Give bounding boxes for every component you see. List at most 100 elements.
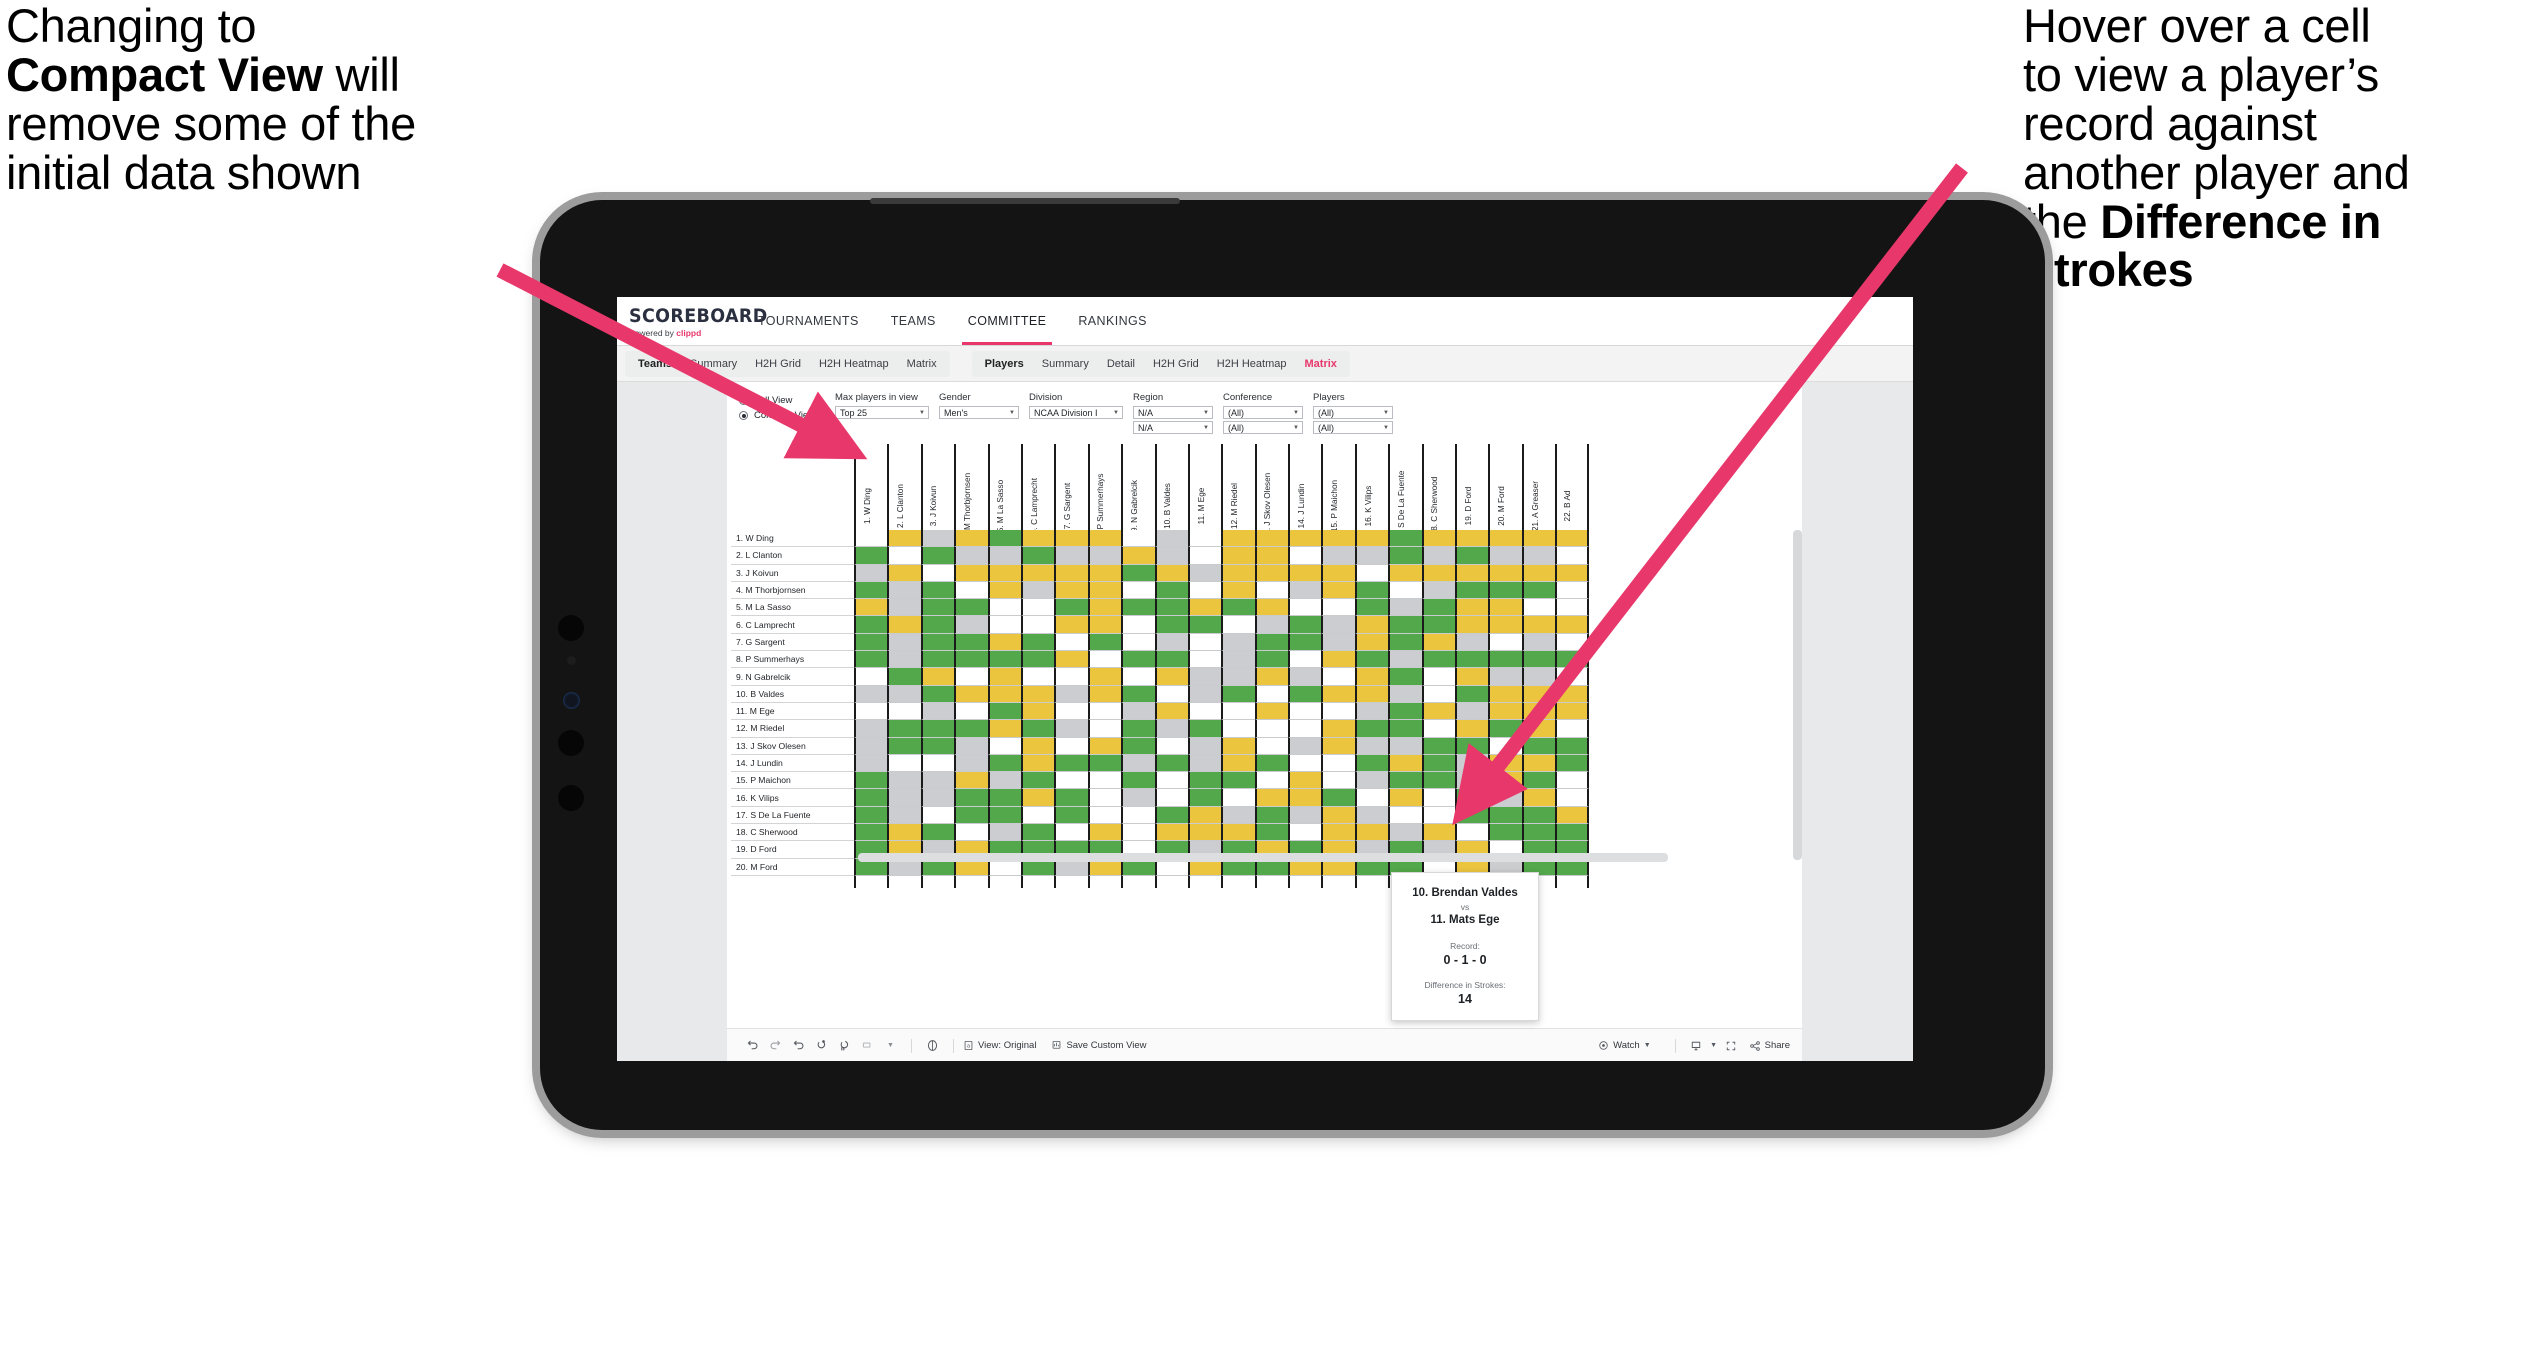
matrix-cell[interactable] [954, 789, 988, 807]
matrix-cell[interactable] [1521, 616, 1556, 634]
matrix-cell[interactable] [1121, 651, 1155, 669]
matrix-cell[interactable] [887, 651, 921, 669]
matrix-row-label[interactable]: 12. M Riedel [731, 720, 854, 738]
matrix-cell[interactable] [1488, 530, 1522, 548]
matrix-cell[interactable] [1488, 824, 1522, 842]
matrix-cell[interactable] [987, 668, 1021, 686]
matrix-cell[interactable] [1421, 616, 1456, 634]
matrix-cell[interactable] [987, 702, 1021, 721]
matrix-cell[interactable] [1521, 737, 1556, 755]
matrix-cell[interactable] [1288, 547, 1322, 565]
matrix-cell[interactable] [1187, 789, 1222, 807]
matrix-cell[interactable] [1154, 789, 1188, 807]
matrix-cell[interactable] [1421, 651, 1456, 669]
matrix-row-label[interactable]: 9. N Gabrelcik [731, 668, 854, 686]
subnav-players-h2h-grid[interactable]: H2H Grid [1144, 351, 1208, 377]
matrix-cell[interactable] [1555, 564, 1589, 582]
matrix-cell[interactable] [987, 806, 1021, 825]
matrix-cell[interactable] [1455, 599, 1489, 617]
matrix-cell[interactable] [1221, 599, 1255, 617]
matrix-cell[interactable] [1020, 616, 1055, 634]
matrix-row-label[interactable]: 16. K Vilips [731, 789, 854, 807]
matrix-cell[interactable] [1020, 668, 1055, 686]
matrix-cell[interactable] [1421, 581, 1456, 600]
matrix-cell[interactable] [987, 685, 1021, 703]
matrix-cell[interactable] [1455, 530, 1489, 548]
matrix-cell[interactable] [954, 668, 988, 686]
matrix-cell[interactable] [1388, 824, 1422, 842]
matrix-cell[interactable] [954, 685, 988, 703]
matrix-cell[interactable] [1254, 789, 1289, 807]
matrix-cell[interactable] [887, 581, 921, 600]
matrix-cell[interactable] [1187, 547, 1222, 565]
matrix-cell[interactable] [1187, 633, 1222, 652]
matrix-cell[interactable] [1187, 720, 1222, 738]
matrix-cell[interactable] [1221, 616, 1255, 634]
matrix-cell[interactable] [1221, 530, 1255, 548]
matrix-cell[interactable] [1187, 737, 1222, 755]
matrix-cell[interactable] [1354, 633, 1389, 652]
matrix-cell[interactable] [1421, 754, 1456, 773]
matrix-cell[interactable] [1154, 824, 1188, 842]
matrix-cell[interactable] [1455, 720, 1489, 738]
matrix-cell[interactable] [1154, 685, 1188, 703]
matrix-cell[interactable] [1154, 668, 1188, 686]
matrix-cell[interactable] [954, 581, 988, 600]
matrix-cell[interactable] [1221, 824, 1255, 842]
matrix-cell[interactable] [1421, 806, 1456, 825]
matrix-cell[interactable] [1455, 806, 1489, 825]
matrix-cell[interactable] [1488, 737, 1522, 755]
matrix-cell[interactable] [1488, 720, 1522, 738]
matrix-cell[interactable] [1054, 720, 1088, 738]
matrix-row-label[interactable]: 19. D Ford [731, 841, 854, 859]
matrix-cell[interactable] [1321, 581, 1355, 600]
vertical-scrollbar[interactable] [1793, 530, 1802, 860]
matrix-cell[interactable] [1455, 547, 1489, 565]
matrix-cell[interactable] [987, 616, 1021, 634]
matrix-cell[interactable] [1121, 737, 1155, 755]
matrix-cell[interactable] [920, 824, 955, 842]
matrix-cell[interactable] [987, 772, 1021, 790]
matrix-cell[interactable] [920, 685, 955, 703]
matrix-cell[interactable] [920, 599, 955, 617]
matrix-cell[interactable] [1054, 806, 1088, 825]
matrix-cell[interactable] [1020, 789, 1055, 807]
matrix-cell[interactable] [1087, 720, 1122, 738]
top-nav-teams[interactable]: TEAMS [875, 297, 952, 345]
pause-icon[interactable] [833, 1039, 856, 1052]
matrix-cell[interactable] [987, 530, 1021, 548]
matrix-cell[interactable] [1121, 702, 1155, 721]
matrix-col-header[interactable]: 14. J Lundin [1288, 444, 1321, 530]
matrix-cell[interactable] [1288, 668, 1322, 686]
matrix-cell[interactable] [1154, 702, 1188, 721]
matrix-cell[interactable] [1455, 668, 1489, 686]
matrix-cell[interactable] [1521, 720, 1556, 738]
matrix-cell[interactable] [920, 530, 955, 548]
matrix-cell[interactable] [1555, 702, 1589, 721]
top-nav-committee[interactable]: COMMITTEE [952, 297, 1063, 345]
matrix-row-label[interactable]: 1. W Ding [731, 530, 854, 548]
matrix-row-label[interactable]: 2. L Clanton [731, 547, 854, 565]
matrix-cell[interactable] [1354, 702, 1389, 721]
matrix-cell[interactable] [1455, 633, 1489, 652]
matrix-col-header[interactable]: 19. D Ford [1455, 444, 1488, 530]
matrix-cell[interactable] [1555, 651, 1589, 669]
matrix-cell[interactable] [887, 824, 921, 842]
matrix-cell[interactable] [1421, 685, 1456, 703]
matrix-cell[interactable] [1321, 789, 1355, 807]
matrix-cell[interactable] [1154, 564, 1188, 582]
horizontal-scrollbar[interactable] [858, 852, 1668, 862]
matrix-cell[interactable] [887, 668, 921, 686]
radio-full-view-icon[interactable] [739, 396, 748, 405]
matrix-cell[interactable] [920, 772, 955, 790]
matrix-cell[interactable] [887, 547, 921, 565]
matrix-cell[interactable] [1054, 616, 1088, 634]
matrix-cell[interactable] [987, 824, 1021, 842]
chevron-down-icon[interactable]: ▼ [879, 1042, 902, 1049]
matrix-cell[interactable] [1455, 737, 1489, 755]
matrix-cell[interactable] [1455, 651, 1489, 669]
matrix-cell[interactable] [920, 564, 955, 582]
matrix-cell[interactable] [920, 754, 955, 773]
matrix-cell[interactable] [1555, 772, 1589, 790]
matrix-cell[interactable] [1121, 530, 1155, 548]
